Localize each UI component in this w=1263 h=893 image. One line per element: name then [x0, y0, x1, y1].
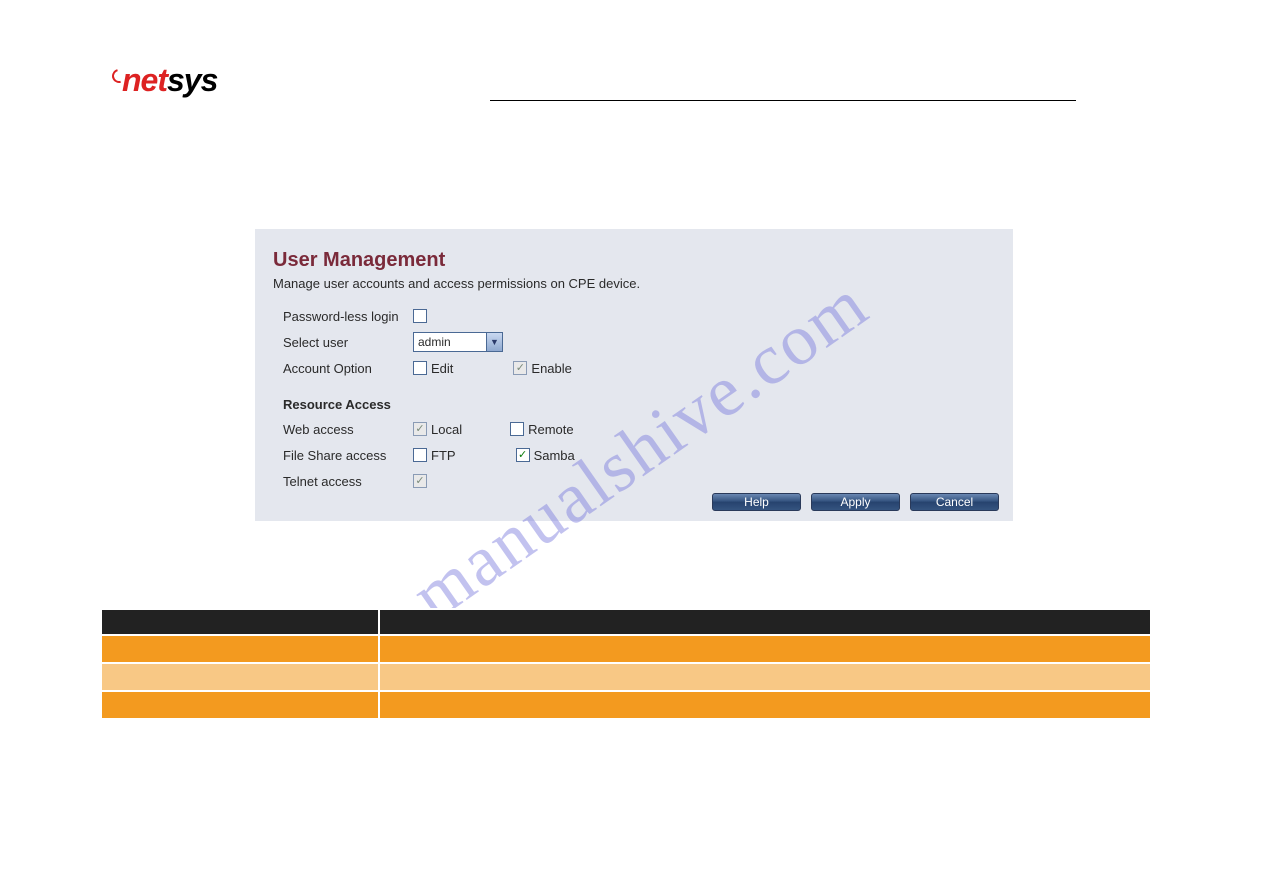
table-row — [101, 663, 1151, 691]
passwordless-label: Password-less login — [283, 309, 413, 324]
help-button[interactable]: Help — [712, 493, 801, 511]
webaccess-label: Web access — [283, 422, 413, 437]
header-divider — [490, 100, 1076, 101]
row-webaccess: Web access ✓ Local Remote — [283, 418, 995, 440]
fileshare-label: File Share access — [283, 448, 413, 463]
selectuser-dropdown[interactable]: admin ▼ — [413, 332, 503, 352]
enable-label: Enable — [531, 361, 571, 376]
row-accountoption: Account Option Edit ✓ Enable — [283, 357, 995, 379]
table-cell — [379, 663, 1151, 691]
resource-access-heading: Resource Access — [283, 397, 995, 412]
logo: netsys — [112, 62, 217, 99]
row-passwordless: Password-less login — [283, 305, 995, 327]
remote-checkbox[interactable] — [510, 422, 524, 436]
table-cell — [379, 635, 1151, 663]
button-bar: Help Apply Cancel — [712, 493, 999, 511]
edit-checkbox[interactable] — [413, 361, 427, 375]
enable-checkbox[interactable]: ✓ — [513, 361, 527, 375]
panel-title: User Management — [273, 249, 995, 272]
table-header-1 — [101, 609, 379, 635]
row-selectuser: Select user admin ▼ — [283, 331, 995, 353]
row-telnet: Telnet access ✓ — [283, 470, 995, 492]
samba-label: Samba — [534, 448, 575, 463]
table-cell — [101, 691, 379, 719]
ftp-label: FTP — [431, 448, 456, 463]
row-fileshare: File Share access FTP ✓ Samba — [283, 444, 995, 466]
table-cell — [101, 635, 379, 663]
logo-part1: net — [122, 62, 167, 98]
telnet-checkbox[interactable]: ✓ — [413, 474, 427, 488]
local-checkbox[interactable]: ✓ — [413, 422, 427, 436]
user-management-panel: User Management Manage user accounts and… — [255, 229, 1013, 521]
edit-label: Edit — [431, 361, 453, 376]
table-row — [101, 635, 1151, 663]
cancel-button[interactable]: Cancel — [910, 493, 999, 511]
table-cell — [379, 691, 1151, 719]
info-table — [100, 608, 1152, 720]
logo-part2: sys — [167, 62, 217, 98]
selectuser-label: Select user — [283, 335, 413, 350]
ftp-checkbox[interactable] — [413, 448, 427, 462]
selectuser-value: admin — [418, 335, 451, 349]
table-cell — [101, 663, 379, 691]
table-header-2 — [379, 609, 1151, 635]
local-label: Local — [431, 422, 462, 437]
panel-subtitle: Manage user accounts and access permissi… — [273, 276, 995, 291]
table-row — [101, 691, 1151, 719]
passwordless-checkbox[interactable] — [413, 309, 427, 323]
apply-button[interactable]: Apply — [811, 493, 900, 511]
accountoption-label: Account Option — [283, 361, 413, 376]
chevron-down-icon: ▼ — [486, 333, 502, 351]
samba-checkbox[interactable]: ✓ — [516, 448, 530, 462]
telnet-label: Telnet access — [283, 474, 413, 489]
remote-label: Remote — [528, 422, 574, 437]
